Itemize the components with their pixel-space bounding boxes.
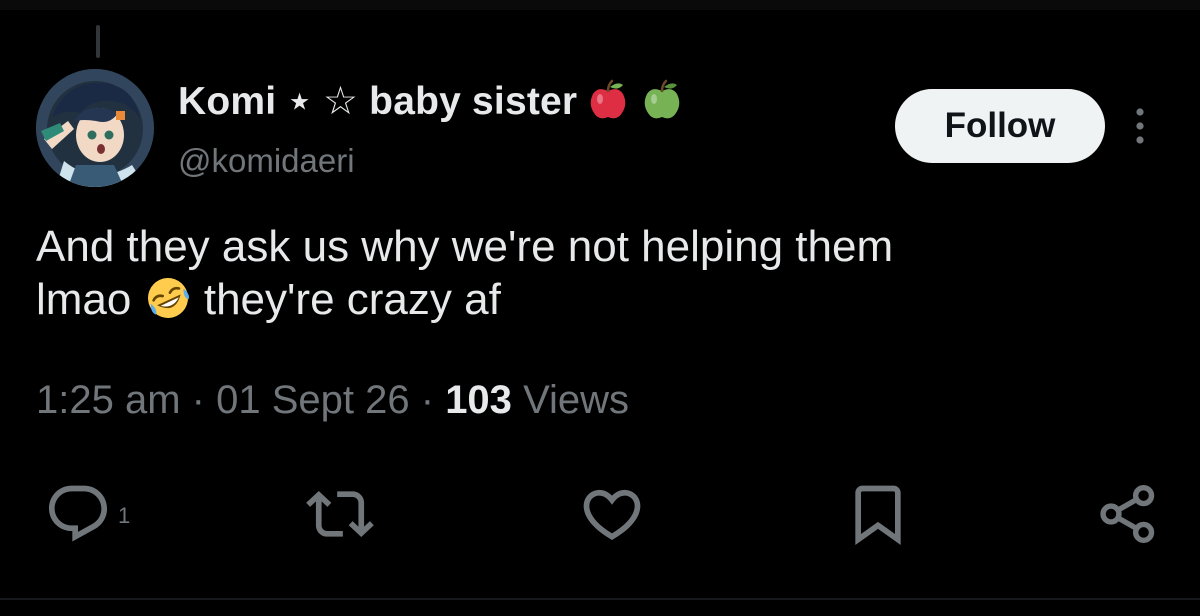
- repost-icon: [306, 490, 374, 538]
- reply-button[interactable]: 1: [44, 480, 130, 548]
- follow-button[interactable]: Follow: [895, 89, 1105, 163]
- post-text-segment: lmao: [36, 275, 132, 324]
- green-apple-icon: [639, 78, 685, 124]
- more-options-icon[interactable]: [1128, 104, 1152, 148]
- views-count: 103: [445, 378, 512, 422]
- author-display-name[interactable]: Komi ⋆ ☆ baby sister: [178, 79, 577, 124]
- post-meta: 1:25 am · 01 Sept 26 · 103 Views: [36, 378, 629, 423]
- share-button[interactable]: [1094, 480, 1162, 548]
- rolling-on-floor-laughing-icon: [144, 274, 192, 322]
- post-date[interactable]: 01 Sept 26: [216, 378, 410, 422]
- views-label: Views: [523, 378, 630, 422]
- share-icon: [1100, 484, 1155, 544]
- author-display-name-row[interactable]: Komi ⋆ ☆ baby sister: [178, 73, 685, 129]
- meta-separator: ·: [191, 378, 205, 422]
- like-button[interactable]: [578, 480, 646, 548]
- bookmark-icon: [855, 485, 901, 545]
- post-time[interactable]: 1:25 am: [36, 378, 181, 422]
- reply-count: 1: [118, 503, 131, 528]
- action-bar: 1: [0, 480, 1200, 560]
- thread-connector-line: [96, 25, 100, 58]
- meta-separator: ·: [420, 378, 435, 422]
- bottom-divider: [0, 598, 1200, 600]
- red-apple-icon: [585, 78, 631, 124]
- author-handle[interactable]: @komidaeri: [178, 142, 355, 180]
- post-text-line-1: And they ask us why we're not helping th…: [36, 222, 894, 271]
- post-text-line-2: lmao they're crazy af: [36, 273, 1166, 326]
- top-divider: [0, 0, 1200, 10]
- post-text-segment: they're crazy af: [203, 275, 501, 324]
- avatar[interactable]: [36, 69, 154, 187]
- bookmark-button[interactable]: [844, 480, 912, 548]
- repost-button[interactable]: [306, 480, 374, 548]
- like-icon: [583, 489, 641, 540]
- reply-icon: [48, 485, 108, 542]
- post-text: And they ask us why we're not helping th…: [36, 220, 1166, 326]
